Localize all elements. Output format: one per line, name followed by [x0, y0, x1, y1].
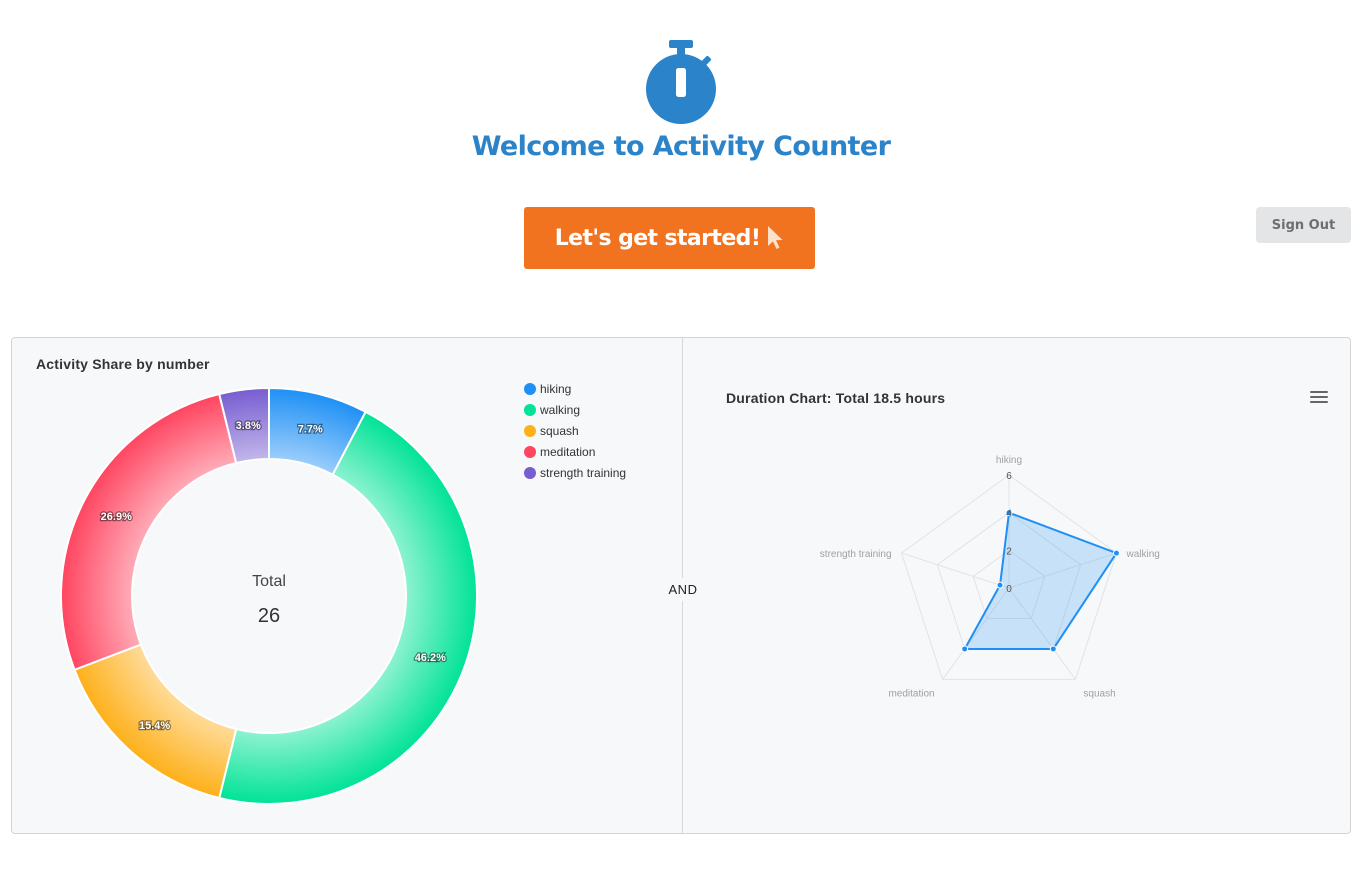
radar-axis-label: strength training	[820, 549, 892, 560]
donut-data-label: 7.7%	[298, 424, 323, 436]
radar-axis-label: squash	[1083, 688, 1115, 699]
legend-label: walking	[540, 402, 581, 417]
donut-data-label: 3.8%	[236, 420, 261, 432]
legend-label: strength training	[540, 465, 627, 480]
pointer-cursor-icon	[768, 226, 783, 249]
sign-out-button[interactable]: Sign Out	[1256, 207, 1351, 243]
donut-data-label: 15.4%	[139, 720, 170, 732]
radar-tick-label: 0	[1006, 584, 1012, 595]
donut-chart-title: Activity Share by number	[36, 356, 210, 372]
legend-item-squash[interactable]: squash	[524, 420, 626, 441]
get-started-button[interactable]: Let's get started!	[524, 207, 815, 269]
radar-tick-label: 2	[1006, 546, 1012, 557]
radar-tick-label: 6	[1006, 471, 1012, 482]
legend-marker	[524, 382, 536, 395]
donut-center-label: Total	[252, 573, 286, 590]
radar-axis-line	[901, 552, 1010, 589]
legend-label: hiking	[540, 381, 572, 396]
get-started-label: Let's get started!	[554, 225, 761, 251]
donut-data-label: 26.9%	[101, 511, 132, 523]
radar-point-squash[interactable]	[1049, 645, 1057, 653]
radar-point-walking[interactable]	[1112, 549, 1120, 557]
page-title: Welcome to Activity Counter	[471, 131, 891, 162]
legend-marker	[524, 424, 536, 437]
donut-data-label: 46.2%	[415, 652, 446, 664]
donut-center-value: 26	[258, 605, 280, 627]
stopwatch-icon	[646, 40, 716, 124]
legend-label: meditation	[540, 444, 596, 459]
charts-panel: 7.7% 46.2% 15.4% 26.9% 3.8% Total 26 Activit…	[11, 337, 1351, 834]
radar-axis-label: meditation	[888, 688, 934, 699]
radar-chart: 0 2 4 6 hiking walking squash meditation strengt…	[820, 455, 1160, 699]
radar-axis-label: walking	[1125, 549, 1159, 560]
legend-item-walking[interactable]: walking	[524, 399, 626, 420]
radar-tick-label: 4	[1006, 509, 1012, 520]
donut-slice-meditation[interactable]	[60, 392, 238, 672]
legend-marker	[524, 445, 536, 458]
legend-item-hiking[interactable]: hiking	[524, 378, 626, 399]
donut-legend: hiking walking squash meditation strength tr…	[524, 378, 626, 483]
radar-point-strength-training[interactable]	[996, 581, 1004, 589]
legend-marker	[524, 466, 536, 479]
legend-label: squash	[540, 423, 579, 438]
legend-item-strength-training[interactable]: strength training	[524, 462, 626, 483]
radar-point-meditation[interactable]	[961, 645, 969, 653]
radar-axis-label: hiking	[996, 455, 1022, 466]
legend-item-meditation[interactable]: meditation	[524, 441, 626, 462]
legend-marker	[524, 403, 536, 416]
